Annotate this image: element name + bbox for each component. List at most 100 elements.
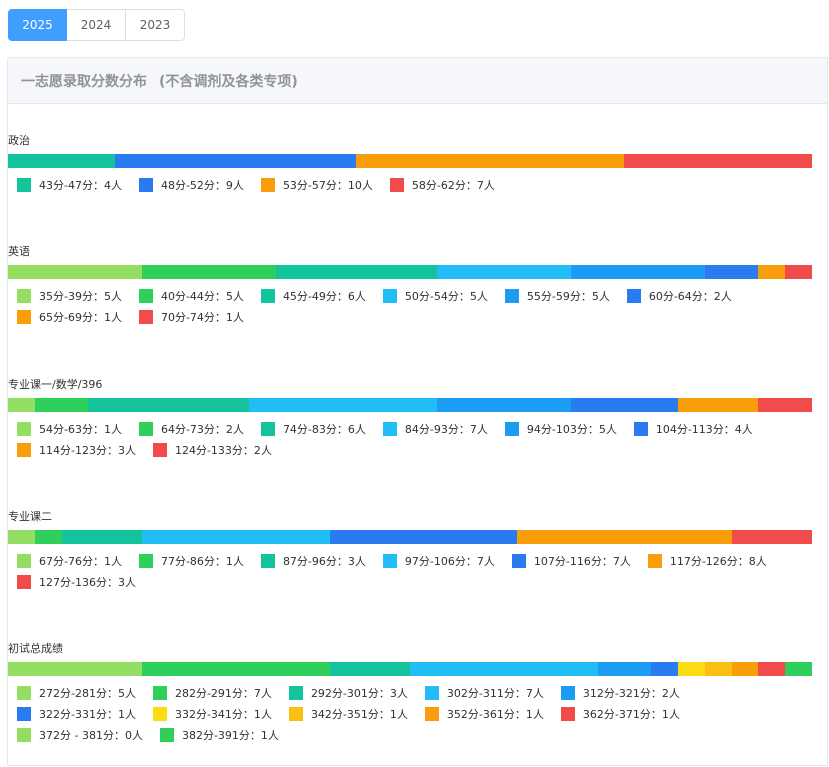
legend-item[interactable]: 352分-361分：1人 xyxy=(424,707,544,721)
legend-item[interactable]: 74分-83分：6人 xyxy=(260,422,366,436)
legend-item[interactable]: 64分-73分：2人 xyxy=(138,422,244,436)
bar-segment[interactable] xyxy=(8,662,142,676)
bar-segment[interactable] xyxy=(785,265,812,279)
legend-item[interactable]: 312分-321分：2人 xyxy=(560,686,680,700)
bar-segment[interactable] xyxy=(758,662,786,676)
bar-segment[interactable] xyxy=(8,530,35,544)
legend-item[interactable]: 77分-86分：1人 xyxy=(138,554,244,568)
bar-segment[interactable] xyxy=(758,398,812,412)
legend-item[interactable]: 272分-281分：5人 xyxy=(17,686,136,700)
legend-item[interactable]: 60分-64分：2人 xyxy=(626,289,732,303)
bar-segment[interactable] xyxy=(785,662,812,676)
bar-segment[interactable] xyxy=(34,530,62,544)
legend-item[interactable]: 40分-44分：5人 xyxy=(138,289,244,303)
legend-label: 67分-76分：1人 xyxy=(39,555,122,568)
bar-segment[interactable] xyxy=(275,265,437,279)
legend-item[interactable]: 342分-351分：1人 xyxy=(288,707,408,721)
bar-segment[interactable] xyxy=(731,530,812,544)
legend-item[interactable]: 124分-133分：2人 xyxy=(152,443,272,457)
legend-item[interactable]: 70分-74分：1人 xyxy=(138,310,244,324)
bar-segment[interactable] xyxy=(651,662,678,676)
bar-segment[interactable] xyxy=(8,265,142,279)
bar-segment[interactable] xyxy=(141,662,330,676)
legend-item[interactable]: 117分-126分：8人 xyxy=(647,554,767,568)
bar-segment[interactable] xyxy=(141,265,276,279)
legend-label: 64分-73分：2人 xyxy=(160,423,244,436)
legend-item[interactable]: 54分-63分：1人 xyxy=(17,422,122,436)
legend-item[interactable]: 97分-106分：7人 xyxy=(382,554,495,568)
legend-item[interactable]: 292分-301分：3人 xyxy=(288,686,408,700)
bar-segment[interactable] xyxy=(677,662,705,676)
bar-segment[interactable] xyxy=(329,530,518,544)
legend-item[interactable]: 53分-57分：10人 xyxy=(260,178,373,192)
legend-item[interactable]: 84分-93分：7人 xyxy=(382,422,488,436)
bar-segment[interactable] xyxy=(329,662,410,676)
tab-2024[interactable]: 2024 xyxy=(67,9,126,41)
tab-2025[interactable]: 2025 xyxy=(8,9,67,41)
legend-swatch xyxy=(17,686,31,700)
distribution-bar xyxy=(8,265,812,279)
legend-item[interactable]: 45分-49分：6人 xyxy=(260,289,366,303)
bar-segment[interactable] xyxy=(731,662,759,676)
legend-item[interactable]: 65分-69分：1人 xyxy=(17,310,122,324)
bar-segment[interactable] xyxy=(704,662,732,676)
subject-name: 专业课二 xyxy=(8,510,52,523)
legend-item[interactable]: 58分-62分：7人 xyxy=(389,178,495,192)
legend-swatch xyxy=(424,707,439,721)
legend-swatch xyxy=(382,422,397,436)
bar-segment[interactable] xyxy=(436,265,571,279)
legend-item[interactable]: 282分-291分：7人 xyxy=(152,686,272,700)
tab-2023[interactable]: 2023 xyxy=(126,9,185,41)
legend-item[interactable]: 35分-39分：5人 xyxy=(17,289,122,303)
legend-item[interactable]: 382分-391分：1人 xyxy=(159,728,279,742)
legend-item[interactable]: 372分 - 381分：0人 xyxy=(17,728,143,742)
legend-label: 40分-44分：5人 xyxy=(160,290,244,303)
bar-segment[interactable] xyxy=(141,530,330,544)
legend-swatch xyxy=(389,178,404,192)
bar-segment[interactable] xyxy=(570,265,705,279)
legend-label: 48分-52分：9人 xyxy=(160,179,244,192)
legend-item[interactable]: 87分-96分：3人 xyxy=(260,554,366,568)
bar-segment[interactable] xyxy=(677,398,759,412)
legend-item[interactable]: 94分-103分：5人 xyxy=(504,422,617,436)
legend-swatch xyxy=(260,554,275,568)
subject-section: 英语 35分-39分：5人 40分-44分：5人 45分-49分：6人 50分-54分… xyxy=(8,245,812,324)
bar-segment[interactable] xyxy=(517,530,732,544)
legend-item[interactable]: 302分-311分：7人 xyxy=(424,686,544,700)
legend-swatch xyxy=(260,289,275,303)
bar-segment[interactable] xyxy=(115,154,357,168)
bar-segment[interactable] xyxy=(34,398,89,412)
legend-swatch xyxy=(17,310,31,324)
legend-label: 74分-83分：6人 xyxy=(282,423,366,436)
bar-segment[interactable] xyxy=(758,265,786,279)
legend-item[interactable]: 362分-371分：1人 xyxy=(560,707,680,721)
bar-segment[interactable] xyxy=(61,530,142,544)
bar-segment[interactable] xyxy=(356,154,625,168)
bar-segment[interactable] xyxy=(570,398,678,412)
bar-segment[interactable] xyxy=(88,398,250,412)
legend-item[interactable]: 114分-123分：3人 xyxy=(17,443,136,457)
bar-segment[interactable] xyxy=(624,154,812,168)
legend-item[interactable]: 43分-47分：4人 xyxy=(17,178,122,192)
bar-segment[interactable] xyxy=(704,265,759,279)
distribution-bar xyxy=(8,154,812,168)
legend-item[interactable]: 67分-76分：1人 xyxy=(17,554,122,568)
legend-item[interactable]: 127分-136分：3人 xyxy=(17,575,136,589)
bar-segment[interactable] xyxy=(249,398,437,412)
distribution-bar xyxy=(8,662,812,676)
legend-item[interactable]: 104分-113分：4人 xyxy=(633,422,753,436)
bar-segment[interactable] xyxy=(8,398,35,412)
bar-segment[interactable] xyxy=(409,662,598,676)
legend-item[interactable]: 107分-116分：7人 xyxy=(511,554,631,568)
legend-item[interactable]: 50分-54分：5人 xyxy=(382,289,488,303)
bar-segment[interactable] xyxy=(597,662,652,676)
bar-segment[interactable] xyxy=(8,154,116,168)
legend-item[interactable]: 332分-341分：1人 xyxy=(152,707,272,721)
legend-swatch xyxy=(382,554,397,568)
card-title-subtitle: (不含调剂及各类专项) xyxy=(159,73,298,90)
legend-item[interactable]: 48分-52分：9人 xyxy=(138,178,244,192)
legend-swatch xyxy=(633,422,648,436)
bar-segment[interactable] xyxy=(436,398,571,412)
legend-item[interactable]: 55分-59分：5人 xyxy=(504,289,610,303)
legend-item[interactable]: 322分-331分：1人 xyxy=(17,707,136,721)
